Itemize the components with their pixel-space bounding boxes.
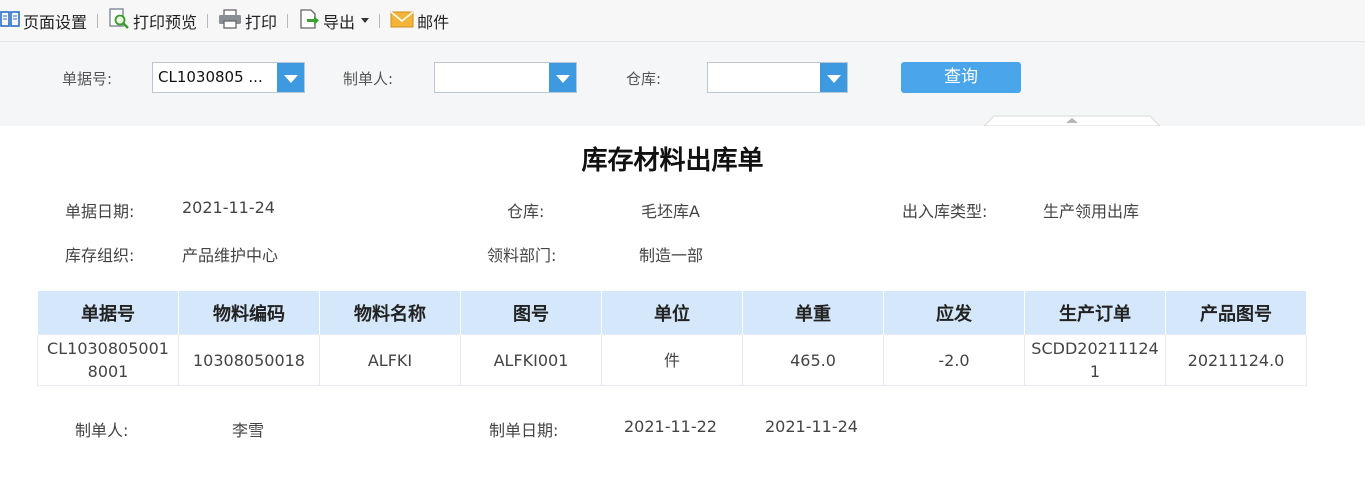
page-setup-button[interactable]: 页面设置 [0,0,87,42]
footer-creator-value: 李雪 [232,421,265,440]
warehouse-combo[interactable] [707,62,848,93]
page-setup-label: 页面设置 [23,12,88,32]
footer-creator-label: 制单人: [75,421,129,440]
export-icon [298,8,320,34]
dropdown-arrow-icon[interactable] [277,63,304,92]
warehouse-label: 仓库: [507,202,545,221]
org-label: 库存组织: [65,246,135,265]
table-header-row: 单据号 物料编码 物料名称 图号 单位 单重 应发 生产订单 产品图号 [37,290,1307,335]
warehouse-filter-label: 仓库: [626,70,662,88]
io-type-value: 生产领用出库 [1043,202,1140,221]
export-label: 导出 [323,12,356,32]
print-preview-icon [108,7,130,34]
column-header: 物料编码 [178,290,320,335]
mail-label: 邮件 [417,12,450,32]
doc-date-label: 单据日期: [65,202,135,221]
table-cell: 465.0 [742,334,884,386]
toolbar-separator [97,13,99,28]
creator-combo[interactable] [434,62,577,93]
dept-label: 领料部门: [487,246,557,265]
column-header: 单重 [742,290,884,335]
column-header: 生产订单 [1024,290,1166,335]
io-type-label: 出入库类型: [902,202,988,221]
dept-value: 制造一部 [639,246,704,265]
table-cell: 件 [601,334,743,386]
table-cell: 10308050018 [178,334,320,386]
doc-no-input[interactable]: CL1030805 ... [153,63,277,92]
table-cell: SCDD202111241 [1024,334,1166,386]
warehouse-value: 毛坯库A [641,202,700,221]
table-cell: -2.0 [883,334,1025,386]
chevron-down-icon [361,18,370,23]
printer-icon [218,8,242,33]
mail-button[interactable]: 邮件 [390,0,449,42]
print-preview-button[interactable]: 打印预览 [108,0,197,42]
column-header: 图号 [460,290,602,335]
column-header: 单据号 [37,290,179,335]
query-button[interactable]: 查询 [901,62,1021,93]
footer-create-date-value: 2021-11-22 [624,417,717,436]
print-label: 打印 [245,12,278,32]
document-title: 库存材料出库单 [581,146,764,176]
toolbar-separator [287,13,289,28]
table-cell: ALFKI001 [460,334,602,386]
creator-filter-label: 制单人: [343,70,394,88]
footer-extra-date-value: 2021-11-24 [765,417,858,436]
doc-date-value: 2021-11-24 [182,198,275,217]
toolbar-separator [379,13,381,28]
collapse-handle[interactable] [984,114,1160,126]
dropdown-arrow-icon[interactable] [820,63,847,92]
column-header: 应发 [883,290,1025,335]
column-header: 产品图号 [1165,290,1307,335]
doc-no-combo[interactable]: CL1030805 ... [152,62,305,93]
table-cell: 20211124.0 [1165,334,1307,386]
org-value: 产品维护中心 [182,246,279,265]
footer-create-date-label: 制单日期: [489,421,559,440]
filter-bar: 单据号: CL1030805 ... 制单人: 仓库: 查询 [0,42,1365,126]
detail-table: 单据号 物料编码 物料名称 图号 单位 单重 应发 生产订单 产品图号 CL10… [37,290,1307,386]
print-preview-label: 打印预览 [133,12,198,32]
toolbar: 页面设置 打印预览 打印 导出 邮件 [0,0,1365,42]
mail-icon [390,10,414,32]
column-header: 物料名称 [319,290,461,335]
warehouse-input[interactable] [708,63,820,92]
table-cell: ALFKI [319,334,461,386]
column-header: 单位 [601,290,743,335]
dropdown-arrow-icon[interactable] [549,63,576,92]
creator-input[interactable] [435,63,549,92]
export-button[interactable]: 导出 [298,0,370,42]
table-cell: CL10308050018001 [37,334,179,386]
page-setup-icon [0,10,20,32]
toolbar-separator [207,13,209,28]
doc-no-filter-label: 单据号: [62,70,113,88]
table-row: CL10308050018001 10308050018 ALFKI ALFKI… [37,334,1307,386]
print-button[interactable]: 打印 [218,0,277,42]
